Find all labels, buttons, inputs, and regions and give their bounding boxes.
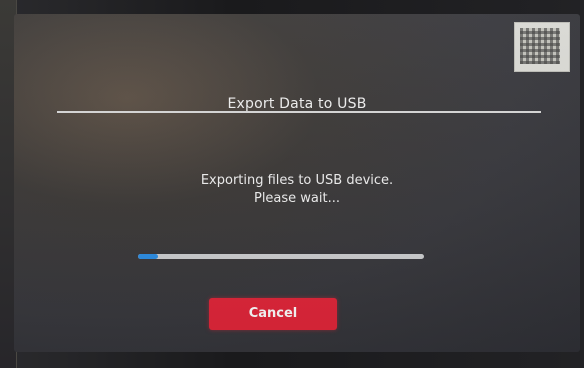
export-progress-bar: [138, 254, 424, 259]
status-message-line-1: Exporting files to USB device.: [200, 173, 394, 188]
status-message: Exporting files to USB device. Please wa…: [14, 172, 580, 208]
qr-code-sticker: [514, 22, 570, 72]
dialog-title: Export Data to USB: [227, 96, 367, 112]
cancel-button[interactable]: Cancel: [209, 298, 337, 330]
title-divider: [57, 111, 541, 113]
qr-code-icon: [520, 28, 560, 64]
export-progress-fill: [138, 254, 159, 259]
display-screen: Export Data to USB Exporting files to US…: [14, 14, 580, 352]
status-message-line-2: Please wait...: [253, 191, 341, 206]
